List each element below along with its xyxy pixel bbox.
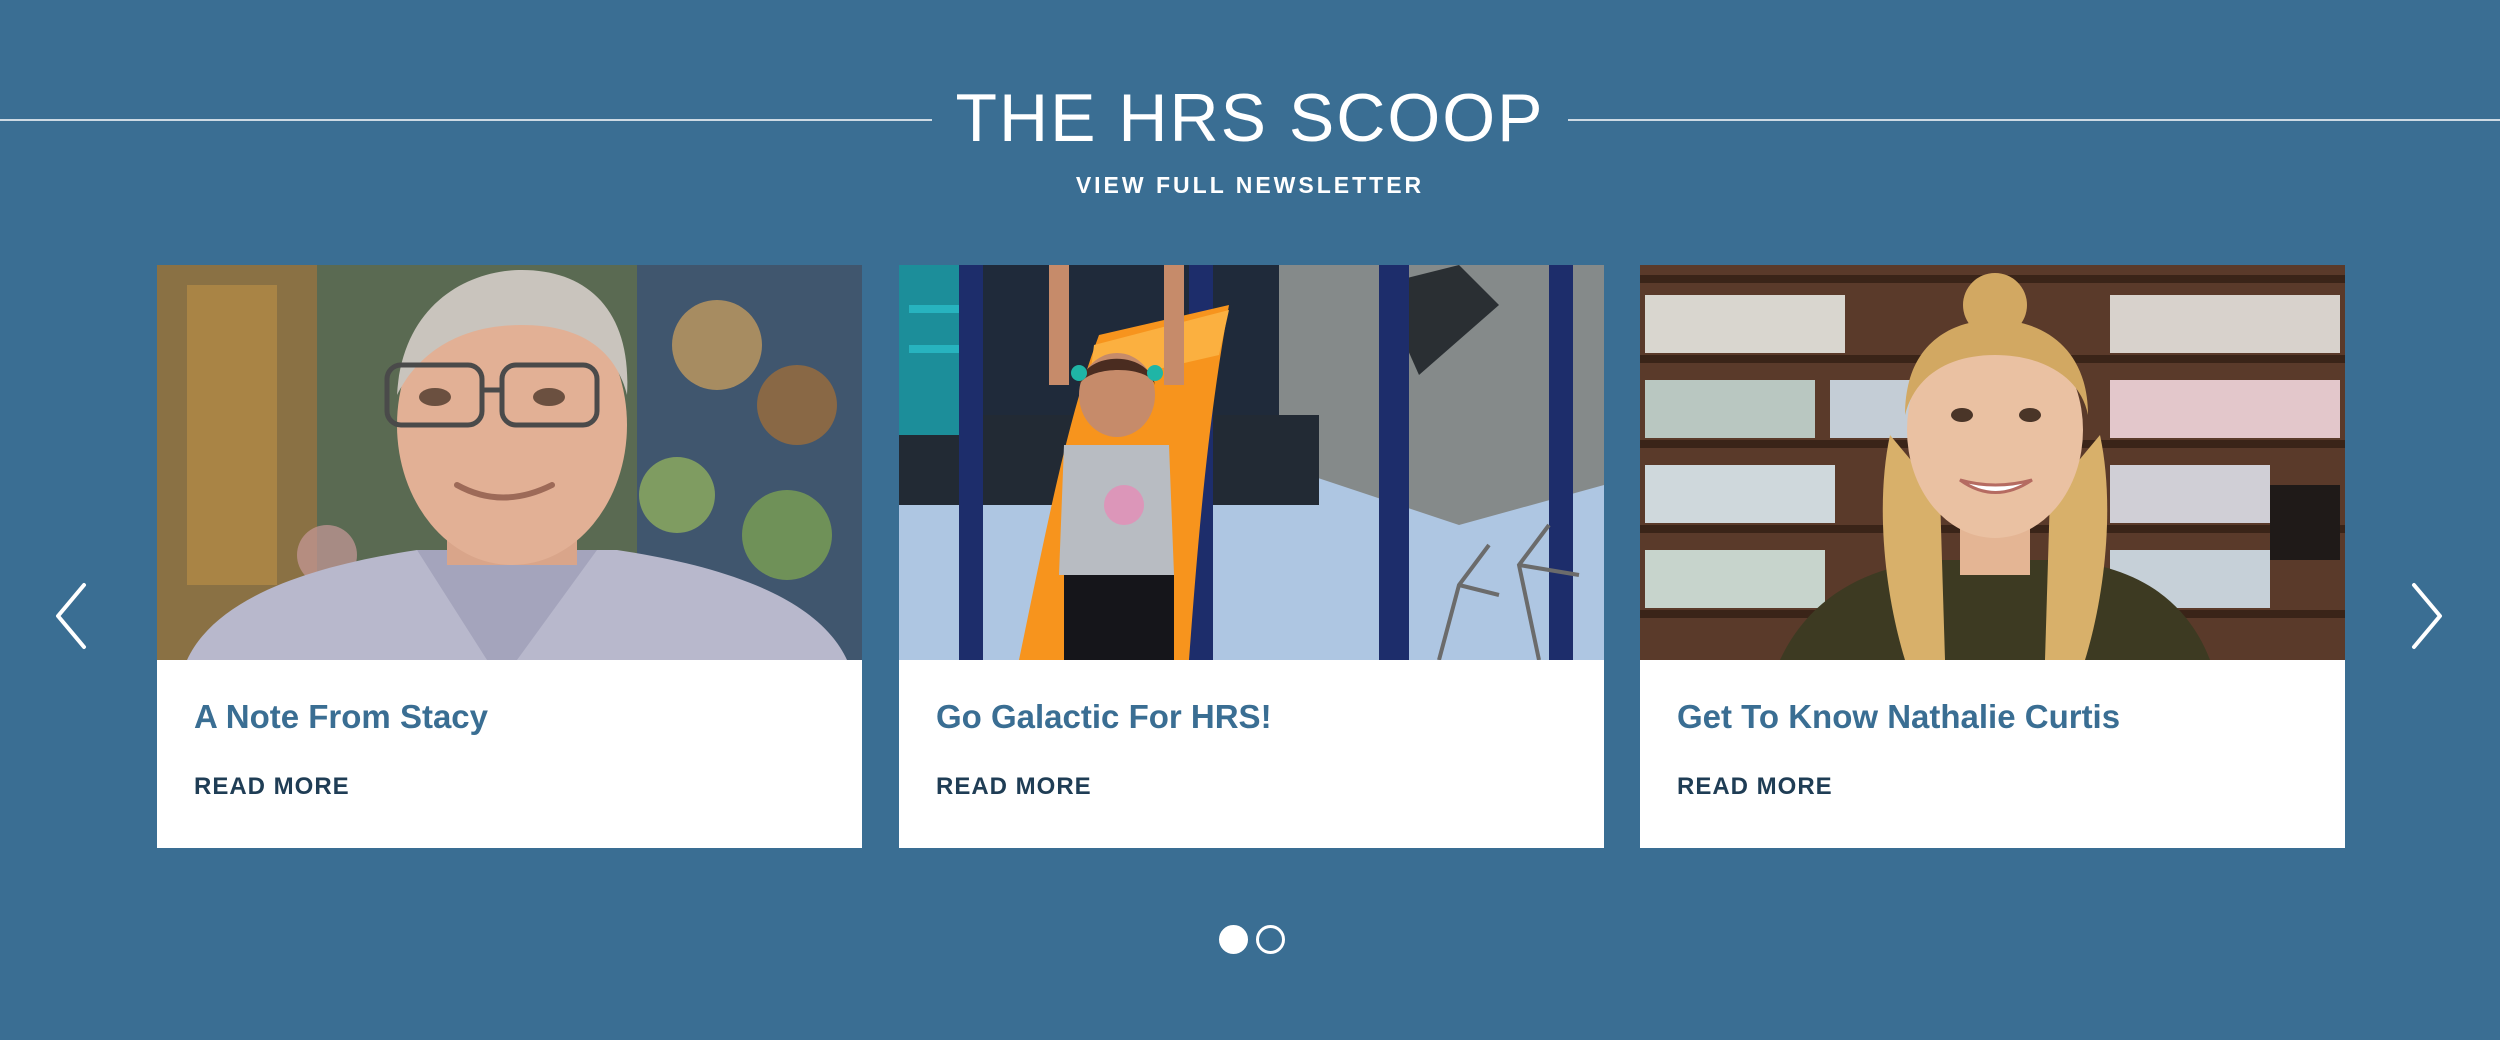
carousel-pagination [1219, 925, 1289, 957]
read-more-link[interactable]: READ MORE [936, 772, 1092, 802]
read-more-link[interactable]: READ MORE [1677, 772, 1833, 802]
chevron-right-icon [2412, 583, 2442, 649]
carousel-next-button[interactable] [2396, 573, 2456, 659]
card-title[interactable]: A Note From Stacy [194, 697, 488, 737]
card-title[interactable]: Get To Know Nathalie Curtis [1677, 697, 2120, 737]
chevron-left-icon [56, 583, 86, 649]
card-image-girl-on-slide[interactable] [899, 265, 1604, 660]
newsletter-link-container: VIEW FULL NEWSLETTER [0, 170, 2500, 200]
section-header: THE HRS SCOOP VIEW FULL NEWSLETTER [0, 0, 2500, 230]
news-card[interactable]: A Note From Stacy READ MORE [157, 265, 862, 848]
view-full-newsletter-link[interactable]: VIEW FULL NEWSLETTER [1076, 172, 1424, 198]
carousel-prev-button[interactable] [42, 573, 102, 659]
news-card[interactable]: Get To Know Nathalie Curtis READ MORE [1640, 265, 2345, 848]
read-more-link[interactable]: READ MORE [194, 772, 350, 802]
pagination-dot[interactable] [1256, 925, 1285, 954]
pagination-dot-active[interactable] [1219, 925, 1248, 954]
section-title: THE HRS SCOOP [955, 80, 1545, 156]
card-title[interactable]: Go Galactic For HRS! [936, 697, 1272, 737]
news-carousel: A Note From Stacy READ MORE Go Galactic … [0, 265, 2500, 849]
header-divider-right [1568, 119, 2500, 121]
card-image-woman-in-library[interactable] [1640, 265, 2345, 660]
card-image-man-portrait[interactable] [157, 265, 862, 660]
news-card[interactable]: Go Galactic For HRS! READ MORE [899, 265, 1604, 848]
